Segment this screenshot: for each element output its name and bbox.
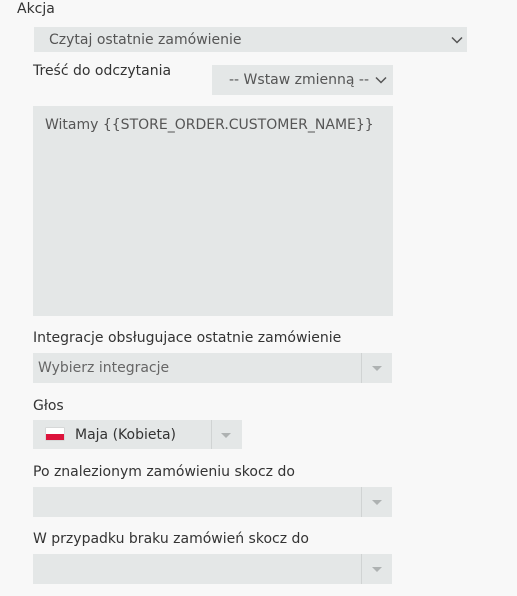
voice-select[interactable]: Maja (Kobieta) — [33, 420, 242, 449]
read-content-textarea[interactable]: Witamy {{STORE_ORDER.CUSTOMER_NAME}} — [33, 106, 393, 316]
read-content-label: Treść do odczytania — [33, 63, 172, 79]
integrations-label: Integracje obsługujace ostatnie zamówien… — [33, 330, 342, 346]
none-goto-select[interactable] — [33, 554, 392, 584]
action-select[interactable]: Czytaj ostatnie zamówienie — [34, 27, 467, 52]
none-goto-label: W przypadku braku zamówień skocz do — [33, 531, 309, 547]
select-divider — [361, 554, 362, 584]
found-goto-select[interactable] — [33, 487, 392, 517]
select-divider — [361, 487, 362, 517]
caret-down-icon — [372, 567, 382, 572]
chevron-down-icon — [375, 76, 387, 84]
voice-label: Głos — [33, 398, 64, 414]
found-goto-label: Po znalezionym zamówieniu skocz do — [33, 464, 295, 480]
caret-down-icon — [372, 366, 382, 371]
action-label: Akcja — [17, 1, 55, 17]
flag-bottom-stripe — [46, 434, 64, 440]
action-select-value: Czytaj ostatnie zamówienie — [49, 31, 242, 48]
select-divider — [211, 420, 212, 449]
insert-variable-select[interactable]: -- Wstaw zmienną -- — [212, 65, 393, 95]
flag-poland-icon — [46, 428, 64, 440]
voice-value: Maja (Kobieta) — [75, 426, 177, 443]
integrations-select[interactable]: Wybierz integracje — [33, 353, 392, 383]
caret-down-icon — [372, 500, 382, 505]
read-content-text: Witamy {{STORE_ORDER.CUSTOMER_NAME}} — [45, 117, 374, 133]
integrations-placeholder: Wybierz integracje — [38, 360, 170, 376]
chevron-down-icon — [451, 36, 463, 44]
select-divider — [361, 353, 362, 383]
caret-down-icon — [221, 432, 231, 438]
insert-variable-value: -- Wstaw zmienną -- — [229, 72, 370, 88]
